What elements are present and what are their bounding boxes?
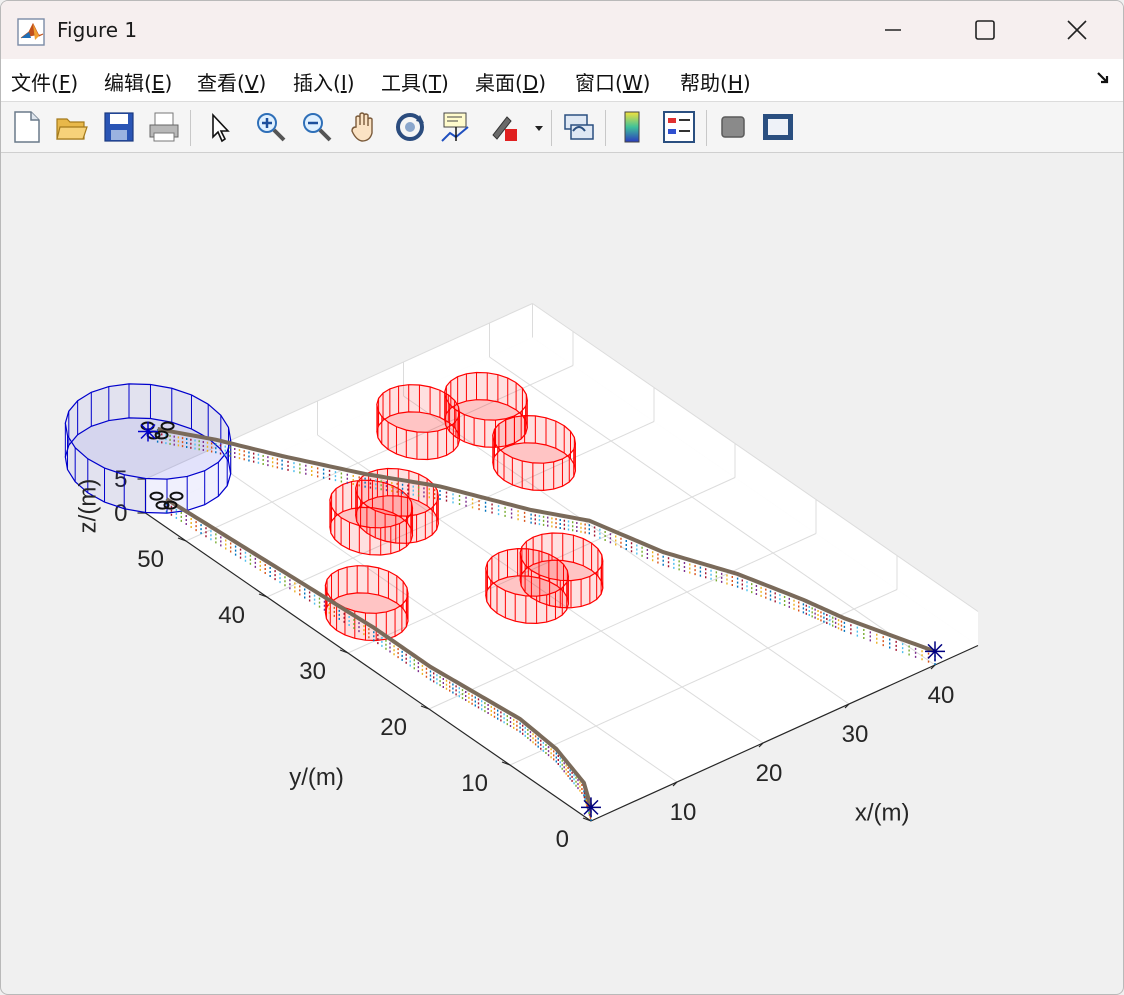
x-tick-label: 10 (670, 799, 697, 826)
open-file-icon[interactable] (54, 109, 90, 145)
menu-file[interactable]: 文件(F) (11, 67, 78, 96)
chevron-down-icon[interactable] (533, 122, 545, 134)
title-bar[interactable]: Figure 1 (1, 1, 1123, 59)
maximize-icon (975, 20, 995, 40)
menu-desktop[interactable]: 桌面(D) (475, 67, 546, 96)
y-axis-label: y/(m) (289, 764, 344, 791)
zoom-out-icon[interactable] (299, 109, 335, 145)
edit-plot-arrow-icon[interactable] (201, 109, 237, 145)
print-icon[interactable] (146, 109, 182, 145)
y-tick-label: 30 (299, 658, 326, 685)
new-figure-icon[interactable] (9, 109, 45, 145)
close-icon (1067, 20, 1087, 40)
axes-3d[interactable]: 102030400102030405005 x/(m) y/(m) z/(m) (1, 153, 1123, 994)
maximize-button[interactable] (939, 1, 1031, 59)
close-button[interactable] (1031, 1, 1123, 59)
y-tick-label: 50 (137, 546, 164, 573)
z-axis-label: z/(m) (75, 479, 102, 534)
obstacle-cylinder (519, 532, 604, 609)
minimize-button[interactable] (847, 1, 939, 59)
x-axis-label: x/(m) (855, 799, 910, 826)
matlab-logo-icon (17, 18, 45, 46)
toolbar-separator (605, 110, 606, 146)
window-title: Figure 1 (57, 18, 138, 42)
figure-canvas[interactable]: 102030400102030405005 x/(m) y/(m) z/(m) (1, 153, 1123, 994)
brush-icon[interactable] (485, 109, 521, 145)
dock-figure-icon[interactable] (1095, 69, 1113, 87)
y-tick-label: 40 (218, 602, 245, 629)
menu-view[interactable]: 查看(V) (197, 67, 266, 96)
menu-help[interactable]: 帮助(H) (680, 67, 751, 96)
toolbar-separator (551, 110, 552, 146)
figure-window: Figure 1 文件(F) 编辑(E) 查看(V) 插入(I) 工具(T) 桌… (0, 0, 1124, 995)
x-tick-label: 20 (756, 760, 783, 787)
menu-tools[interactable]: 工具(T) (381, 67, 449, 96)
zoom-in-icon[interactable] (253, 109, 289, 145)
hide-plot-tools-icon[interactable] (715, 109, 751, 145)
y-tick-label: 10 (461, 770, 488, 797)
show-plot-tools-icon[interactable] (760, 109, 796, 145)
figure-toolbar (1, 102, 1123, 153)
minimize-icon (885, 29, 901, 31)
y-tick-label: 0 (556, 826, 569, 853)
save-icon[interactable] (101, 109, 137, 145)
pan-hand-icon[interactable] (346, 109, 382, 145)
menu-edit[interactable]: 编辑(E) (104, 67, 172, 96)
x-tick-label: 30 (842, 721, 869, 748)
rotate-3d-icon[interactable] (392, 109, 428, 145)
goal-marker (138, 421, 158, 442)
y-tick-label: 20 (380, 714, 407, 741)
menu-bar: 文件(F) 编辑(E) 查看(V) 插入(I) 工具(T) 桌面(D) 窗口(W… (1, 59, 1123, 102)
toolbar-separator (706, 110, 707, 146)
menu-insert[interactable]: 插入(I) (293, 67, 355, 96)
x-tick-label: 40 (928, 682, 955, 709)
menu-window[interactable]: 窗口(W) (575, 67, 650, 96)
obstacle-cylinder (492, 414, 577, 492)
colorbar-icon[interactable] (615, 109, 651, 145)
link-plot-icon[interactable] (561, 109, 597, 145)
start-marker (581, 797, 601, 818)
legend-icon[interactable] (661, 109, 697, 145)
toolbar-separator (190, 110, 191, 146)
data-cursor-icon[interactable] (438, 109, 474, 145)
